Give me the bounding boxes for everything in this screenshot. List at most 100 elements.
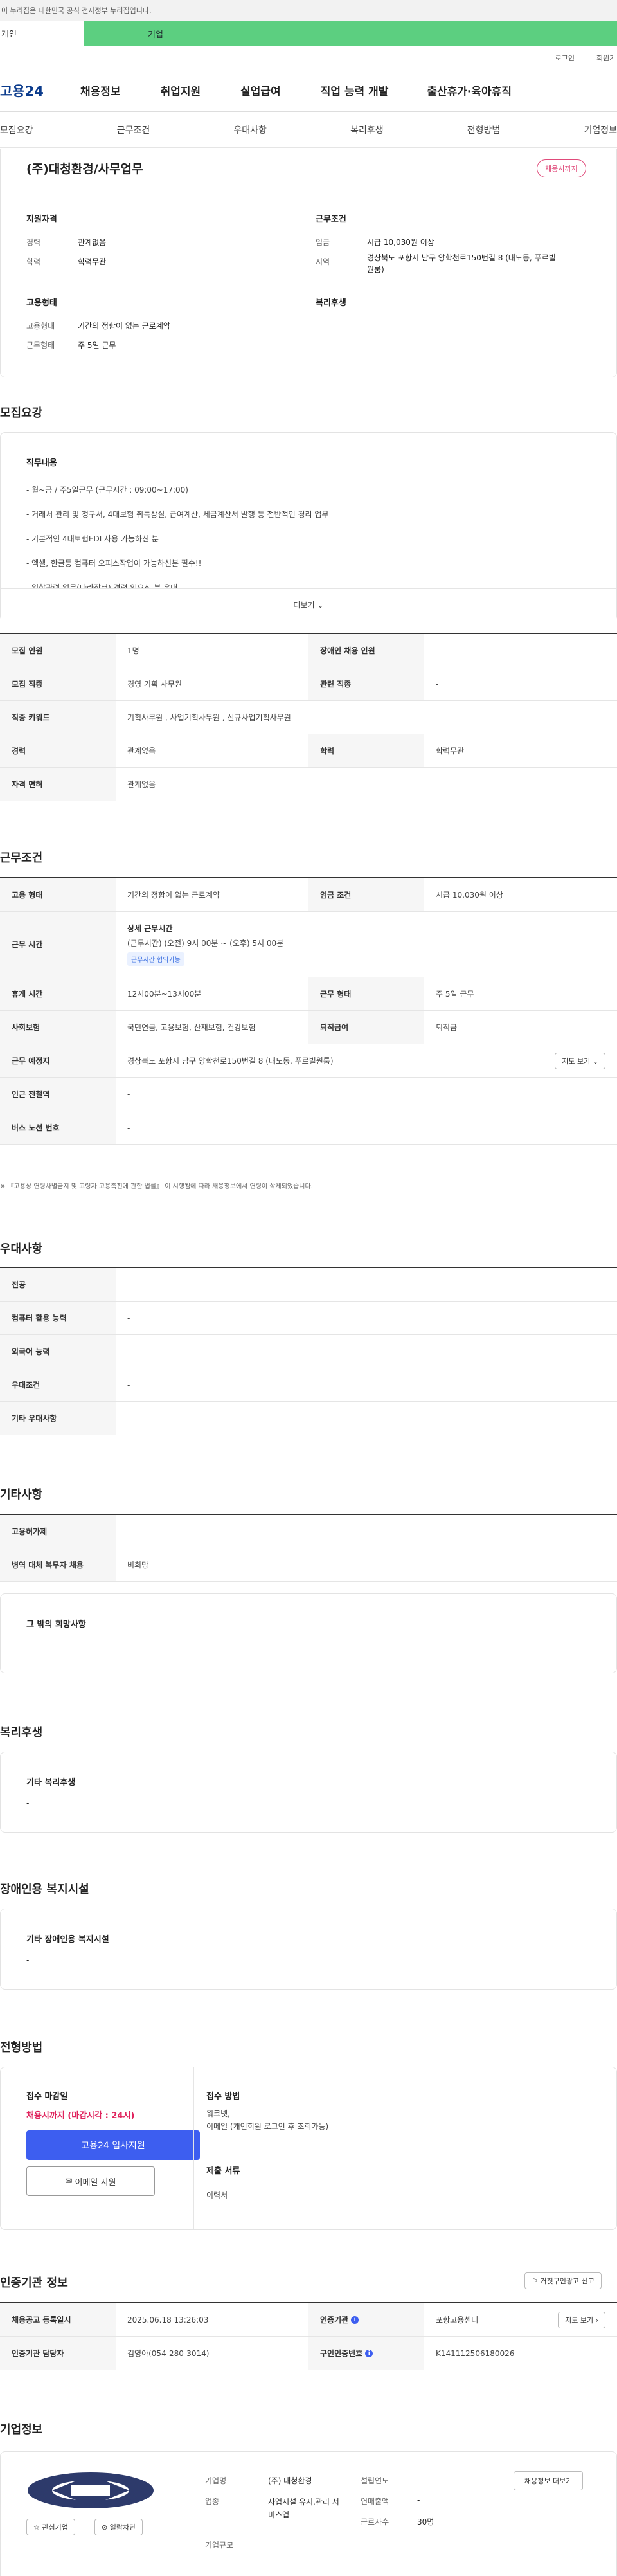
th-org: 인증기관 i — [308, 2303, 424, 2337]
duty-card: 직무내용 - 월~금 / 주5일근무 (근무시간 : 09:00~17:00) … — [0, 432, 617, 621]
nav-item-employment-support[interactable]: 취업지원 — [161, 82, 201, 98]
work-type-label: 근무형태 — [26, 341, 55, 350]
report-button[interactable]: ⚐ 거짓구인광고 신고 — [524, 2272, 602, 2289]
subnav-welfare[interactable]: 복리후생 — [350, 123, 384, 136]
report-icon: ⚐ — [532, 2277, 538, 2285]
welfare-title: 복리후생 — [316, 298, 346, 308]
subnav-conditions[interactable]: 근무조건 — [117, 123, 150, 136]
region-value: 경상북도 포항시 남구 양학천로150번길 8 (대도동, 푸르빌원룸) — [367, 253, 556, 274]
industry-value: 사업시설 유지.관리 서비스업 — [268, 2498, 339, 2519]
work-type-value: 주 5일 근무 — [78, 341, 116, 350]
nav-item-unemployment[interactable]: 실업급여 — [240, 82, 281, 98]
map-button[interactable]: 지도 보기 ⌄ — [555, 1052, 605, 1069]
util-bar: 로그인 회원가입 — [0, 46, 617, 69]
time-detail-title: 상세 근무시간 — [127, 924, 173, 933]
wish-value: - — [26, 1639, 30, 1648]
th-permit: 고용허가제 — [0, 1515, 116, 1548]
age-law-note: ※ 『고용상 연령차별금지 및 고령자 고용촉진에 관한 법률』 이 시행됨에 … — [0, 1183, 313, 1190]
nav-item-training[interactable]: 직업 능력 개발 — [321, 82, 389, 98]
etc-section-title: 기타사항 — [0, 1488, 43, 1501]
subnav-recruit[interactable]: 모집요강 — [0, 123, 33, 136]
apply-button[interactable]: 고용24 입사지원 — [26, 2130, 200, 2160]
org-label: 인증기관 — [320, 2316, 349, 2325]
th-military: 병역 대체 복무자 채용 — [0, 1548, 116, 1582]
agency-map-label: 지도 보기 — [565, 2316, 594, 2325]
agency-map-button[interactable]: 지도 보기 › — [558, 2311, 605, 2328]
subnav-preferences[interactable]: 우대사항 — [233, 123, 267, 136]
th-work: 근무 형태 — [308, 977, 424, 1011]
job-info-button[interactable]: 채용정보 더보기 — [514, 2471, 584, 2490]
td-language: - — [116, 1335, 617, 1368]
th-no: 구인인증번호 i — [308, 2337, 424, 2370]
company-card: ☆ 관심기업 ⊘ 열람차단 기업명 (주) 대청환경 업종 사업시설 유지.관리… — [0, 2451, 617, 2576]
pref-table: 전공 - 컴퓨터 활용 능력 - 외국어 능력 - 우대조건 - 기타 우대사항 - — [0, 1267, 617, 1435]
th-emp: 고용 형태 — [0, 878, 116, 912]
td-disabled: - — [424, 634, 617, 667]
tab-personal[interactable]: 개인 — [0, 21, 84, 46]
td-military: 비희망 — [116, 1548, 617, 1582]
favorite-button[interactable]: ☆ 관심기업 — [26, 2519, 75, 2535]
td-severance: 퇴직금 — [424, 1011, 617, 1044]
th-pref-etc: 기타 우대사항 — [0, 1402, 116, 1435]
block-label: 열람차단 — [109, 2523, 136, 2532]
pref-section-title: 우대사항 — [0, 1242, 43, 1256]
info-icon[interactable]: i — [351, 2316, 359, 2324]
th-station: 인근 전철역 — [0, 1078, 116, 1111]
wage-value: 시급 10,030원 이상 — [367, 238, 434, 247]
more-label: 더보기 — [293, 601, 315, 610]
tab-personal-label: 개인 — [1, 30, 17, 39]
employees-label: 근로자수 — [361, 2517, 389, 2526]
th-rest: 휴게 시간 — [0, 977, 116, 1011]
company-logo — [28, 2472, 154, 2508]
email-apply-button[interactable]: ✉ 이메일 지원 — [26, 2166, 155, 2196]
welfare-sub: 기타 복리후생 — [26, 1778, 76, 1788]
emp-type-label: 고용형태 — [26, 322, 55, 331]
industry-label: 업종 — [205, 2497, 220, 2506]
th-language: 외국어 능력 — [0, 1335, 116, 1368]
chevron-down-icon: ⌄ — [317, 600, 324, 610]
td-place: 경상북도 포항시 남구 양학천로150번길 8 (대도동, 푸르빌원룸) 지도 … — [116, 1044, 617, 1078]
agency-table: 채용공고 등록일시 2025.06.18 13:26:03 인증기관 i 포항고용센… — [0, 2302, 617, 2370]
block-button[interactable]: ⊘ 열람차단 — [94, 2519, 143, 2535]
favorite-label: 관심기업 — [42, 2523, 68, 2532]
region-label: 지역 — [316, 257, 330, 266]
th-keyword: 직종 키워드 — [0, 701, 116, 734]
report-label: 거짓구인광고 신고 — [540, 2277, 595, 2285]
signup-link[interactable]: 회원가입 — [596, 53, 614, 63]
employment-title: 고용형태 — [26, 298, 57, 308]
qualification-title: 지원자격 — [26, 215, 57, 224]
org-value: 포항고용센터 — [436, 2316, 479, 2325]
disability-sub: 기타 장애인용 복지시설 — [26, 1935, 109, 1945]
map-button-label: 지도 보기 — [562, 1057, 591, 1066]
subnav-selection[interactable]: 전형방법 — [467, 123, 501, 136]
top-tabs: 개인 기업 — [0, 21, 617, 46]
company-title: (주)대청환경/사무업무 — [26, 162, 143, 176]
th-reg: 채용공고 등록일시 — [0, 2303, 116, 2337]
td-related: - — [424, 667, 617, 701]
deadline-badge: 채용시까지 — [537, 159, 586, 177]
td-keyword: 기획사무원 , 사업기획사무원 , 신규사업기획사무원 — [116, 701, 617, 734]
star-icon: ☆ — [33, 2523, 40, 2532]
td-edu: 학력무관 — [424, 734, 617, 768]
th-job: 모집 직종 — [0, 667, 116, 701]
th-insurance: 사회보험 — [0, 1011, 116, 1044]
method-value: 워크넷, 이메일 (개인회원 로그인 후 조회가능) — [206, 2109, 329, 2131]
conditions-table: 고용 형태 기간의 정함이 없는 근로계약 임금 조건 시급 10,030원 이상 … — [0, 877, 617, 1145]
welfare-section-title: 복리후생 — [0, 1726, 43, 1739]
subnav-company[interactable]: 기업정보 — [584, 123, 617, 136]
login-link[interactable]: 로그인 — [555, 53, 575, 63]
th-major: 전공 — [0, 1268, 116, 1302]
info-icon[interactable]: i — [365, 2349, 373, 2357]
tab-corp[interactable]: 기업 — [84, 21, 617, 46]
apply-card: 접수 마감일 채용시까지 (마감시각 : 24시) 고용24 입사지원 ✉ 이메일… — [0, 2067, 617, 2230]
employees-value: 30명 — [417, 2517, 434, 2526]
td-permit: - — [116, 1515, 617, 1548]
deadline-value: 채용시까지 (마감시각 : 24시) — [26, 2111, 135, 2121]
more-button[interactable]: 더보기 ⌄ — [1, 588, 616, 621]
nav-item-jobs[interactable]: 채용정보 — [80, 82, 121, 98]
td-career: 관계없음 — [116, 734, 308, 768]
nav-item-leave[interactable]: 출산휴가·육아휴직 — [427, 82, 512, 98]
th-disabled: 장애인 채용 인원 — [308, 634, 424, 667]
logo[interactable]: 고용24 — [0, 81, 80, 100]
gov-banner: 이 누리집은 대한민국 공식 전자정부 누리집입니다. — [0, 0, 617, 21]
